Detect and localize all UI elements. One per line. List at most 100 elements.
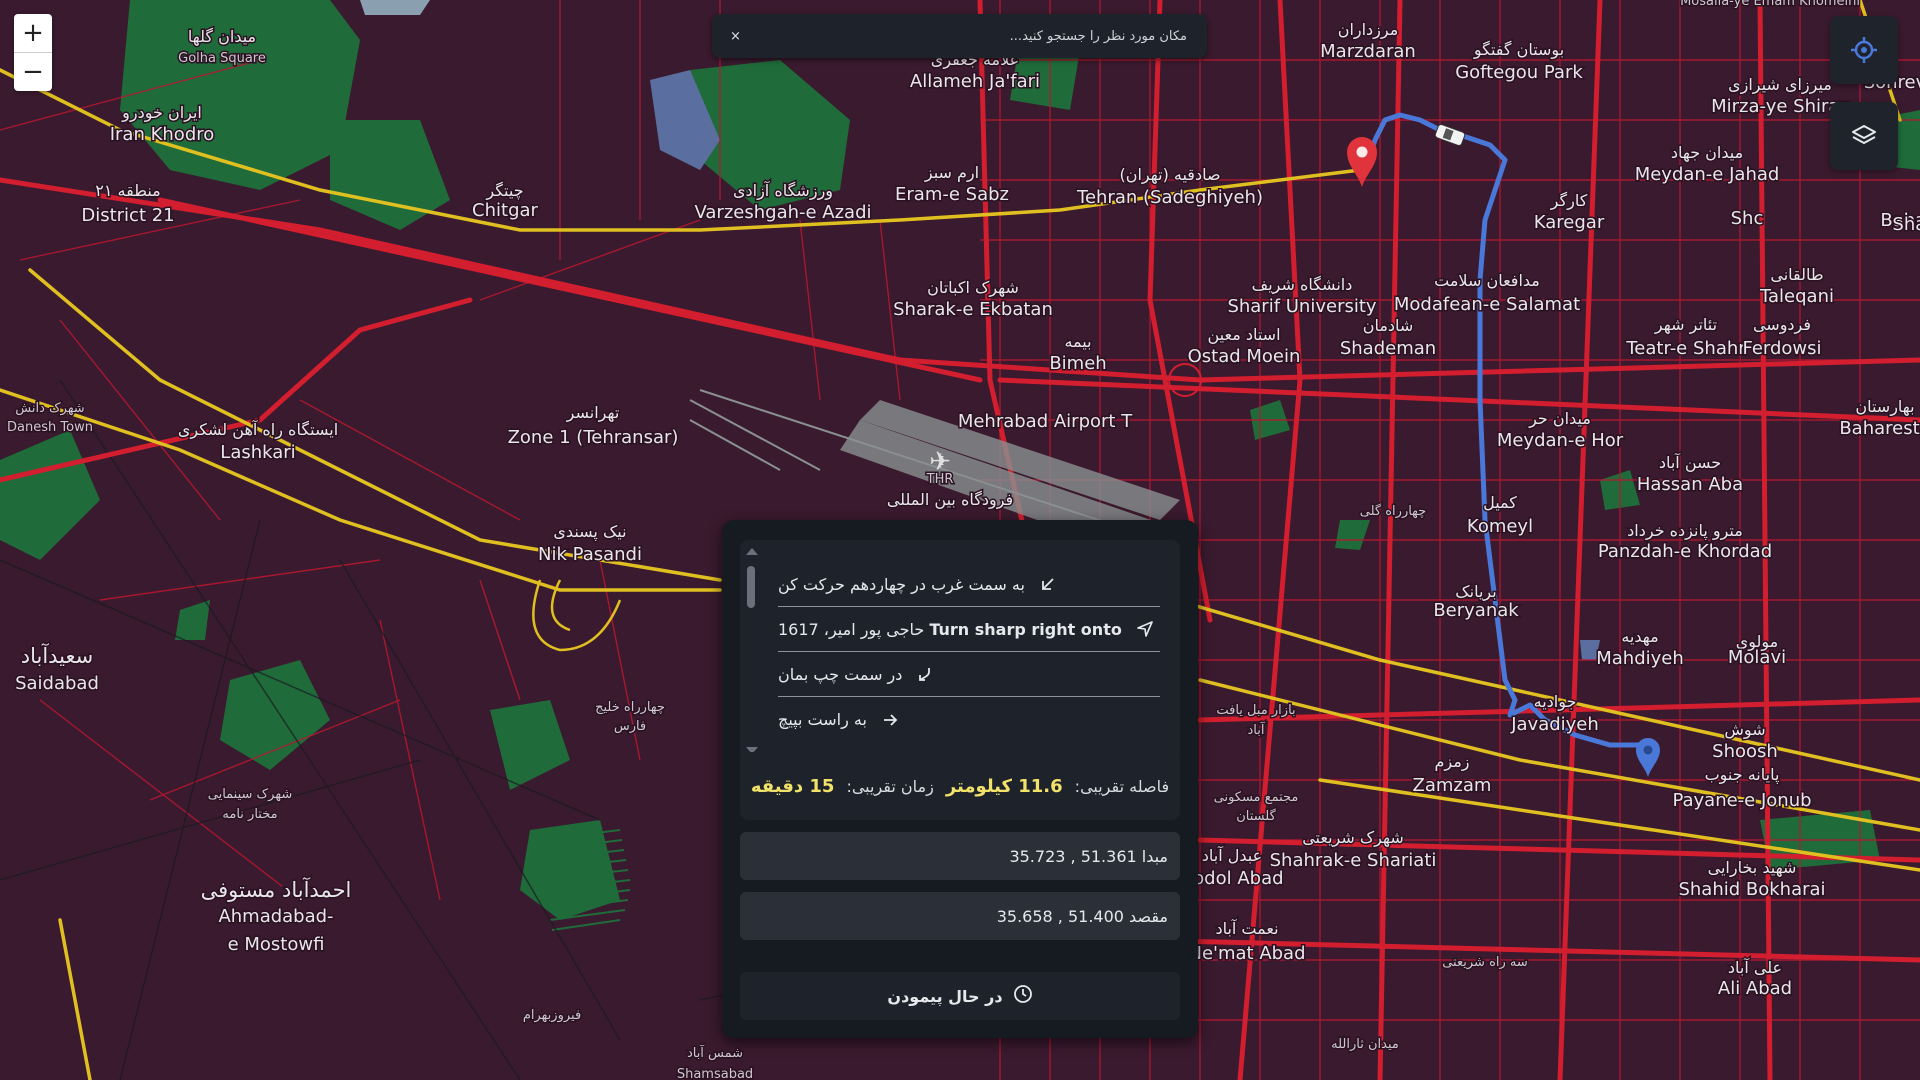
map-label: Javadiyeh [1510,714,1599,735]
map-label: نیک پسندی [553,522,626,542]
map-label: شهید بخارایی [1708,858,1797,878]
time-label: زمان تقریبی: [846,776,934,796]
map-label: Sharif University [1227,296,1376,317]
origin-coordinates[interactable]: مبدا 51.361 , 35.723 [740,832,1180,880]
map-label: علی آباد [1728,958,1782,977]
map-label: مختار نامه [222,807,277,822]
map-label: شهرک شریعتی [1302,828,1404,848]
map-label: Komeyl [1467,516,1533,537]
direction-step[interactable]: به سمت غرب در چهاردهم حرکت کن [778,562,1160,607]
direction-step-text: Turn sharp right onto حاجی پور امیر، 161… [778,620,1122,639]
map-label: ورزشگاه آزادی [733,181,833,201]
map-label: Eram-e Sabz [895,184,1009,205]
map-label: چهارراه گلی [1360,503,1426,519]
map-label: شهرک دانش [15,401,84,416]
map-label: Lashkari [220,442,295,463]
map-label: Mosalla-ye Emam Khomeini [1680,0,1860,9]
arrow-bend-icon [914,666,936,682]
map-label: بیمه [1064,332,1091,351]
map-label: فردوسی [1753,315,1811,335]
map-label: مهدیه [1621,627,1658,647]
directions-list[interactable]: به سمت غرب در چهاردهم حرکت کن Turn sharp… [740,540,1180,762]
search-bar: × [712,14,1207,58]
map-label: شهرک سینمایی [208,787,293,802]
scroll-up-arrow-icon[interactable] [746,548,758,555]
map-label: Shademan [1340,338,1436,359]
locate-button[interactable] [1830,16,1898,84]
map-label: Allameh Ja'fari [910,71,1040,92]
map-label: Hassan Aba [1637,474,1743,495]
time-value: 15 دقیقه [750,775,835,797]
layers-button[interactable] [1830,102,1898,170]
map-label: مدافعان سلامت [1434,271,1540,290]
map-label: THR [926,472,954,487]
map-label: Saidabad [15,673,99,694]
directions-panel: به سمت غرب در چهاردهم حرکت کن Turn sharp… [722,520,1198,1038]
direction-step-street: حاجی پور امیر، 1617 [778,619,925,639]
map-label: بوستان گفتگو [1473,40,1564,60]
map-label: جوادیه [1534,692,1577,712]
map-label: Varzeshgah-e Azadi [694,202,871,223]
map-label: مرزداران [1338,20,1399,40]
map-label: Shamsabad [677,1067,753,1080]
map-label: عبدل آباد [1202,846,1262,865]
map-label: Ahmadabad- [218,906,333,927]
zoom-in-button[interactable]: + [14,14,52,52]
search-input[interactable] [805,27,1189,45]
map-label: شوش [1724,720,1765,740]
map-label: میدان ثارالله [1331,1037,1399,1052]
map-label: Shahid Sepahb [1892,214,1920,235]
map-label: بازار مبل یافت [1216,703,1295,718]
map-label: بریانک [1455,582,1496,602]
map-label: Baharesta [1839,418,1920,439]
clock-icon [1013,984,1033,1008]
destination-coordinates[interactable]: مقصد 51.400 , 35.658 [740,892,1180,940]
map-label: Shahrak-e Shariati [1270,850,1437,871]
scroll-thumb[interactable] [747,566,755,608]
map-label: Iran Khodro [110,124,215,145]
map-label: سعیدآباد [21,643,94,668]
map-label: ایران خودرو [121,103,202,123]
scrollbar[interactable] [744,546,758,756]
route-summary: فاصله تقریبی: 11.6 کیلومتر زمان تقریبی: … [740,752,1180,820]
map-label: Panzdah-e Khordad [1598,541,1772,562]
map-label: گلستان [1236,808,1276,824]
clear-search-button[interactable]: × [730,29,741,44]
map-label: Zamzam [1413,775,1492,796]
map-label: میرزای شیرازی [1728,75,1832,95]
zoom-out-button[interactable]: − [14,52,52,91]
map-label: Meydan-e Hor [1497,430,1624,451]
map-label: میدان گلها [188,27,256,47]
map-label: Goftegou Park [1455,62,1583,83]
navigation-status-button[interactable]: در حال پیمودن [740,972,1180,1020]
map-label: Zone 1 (Tehransar) [508,427,679,448]
map-label: Tehran (Sadeghiyeh) [1076,187,1263,208]
map-label: Bimeh [1049,353,1106,374]
map-label: مترو پانزده خرداد [1627,521,1743,541]
map-label: Shoosh [1712,741,1778,762]
map-label: شهرک اکباتان [927,278,1019,298]
map-label: فارس [614,719,646,734]
map-label: Shc [1731,208,1764,229]
distance-label: فاصله تقریبی: [1074,776,1170,796]
direction-step[interactable]: به راست بپیچ [778,697,1160,742]
map-label: Mirza-ye Shiraz [1711,96,1849,117]
map-label: Shahid Bokharai [1678,879,1825,900]
navigation-status-label: در حال پیمودن [887,986,1003,1006]
direction-step[interactable]: در سمت چپ بمان [778,652,1160,697]
map-label: Ne'mat Abad [1188,943,1305,964]
map-label: تئاتر شهر [1654,315,1717,335]
map-label: Sharak-e Ekbatan [893,299,1053,320]
map-label: منطقه ۲۱ [95,181,160,200]
map-label: استاد معین [1207,325,1280,345]
map-label: Marzdaran [1320,41,1416,62]
map-label: Teatr-e Shahr [1625,338,1746,359]
map-label: حسن آباد [1659,453,1721,473]
map-label: طالقانی [1770,265,1823,284]
direction-step-text: به سمت غرب در چهاردهم حرکت کن [778,574,1025,594]
map-label: شادمان [1363,316,1414,335]
direction-step[interactable]: Turn sharp right onto حاجی پور امیر، 161… [778,607,1160,652]
map-label: Ostad Moein [1188,346,1301,367]
map-label: ایستگاه راه آهن لشکری [178,420,338,440]
map-label: e Mostowfi [228,934,325,955]
